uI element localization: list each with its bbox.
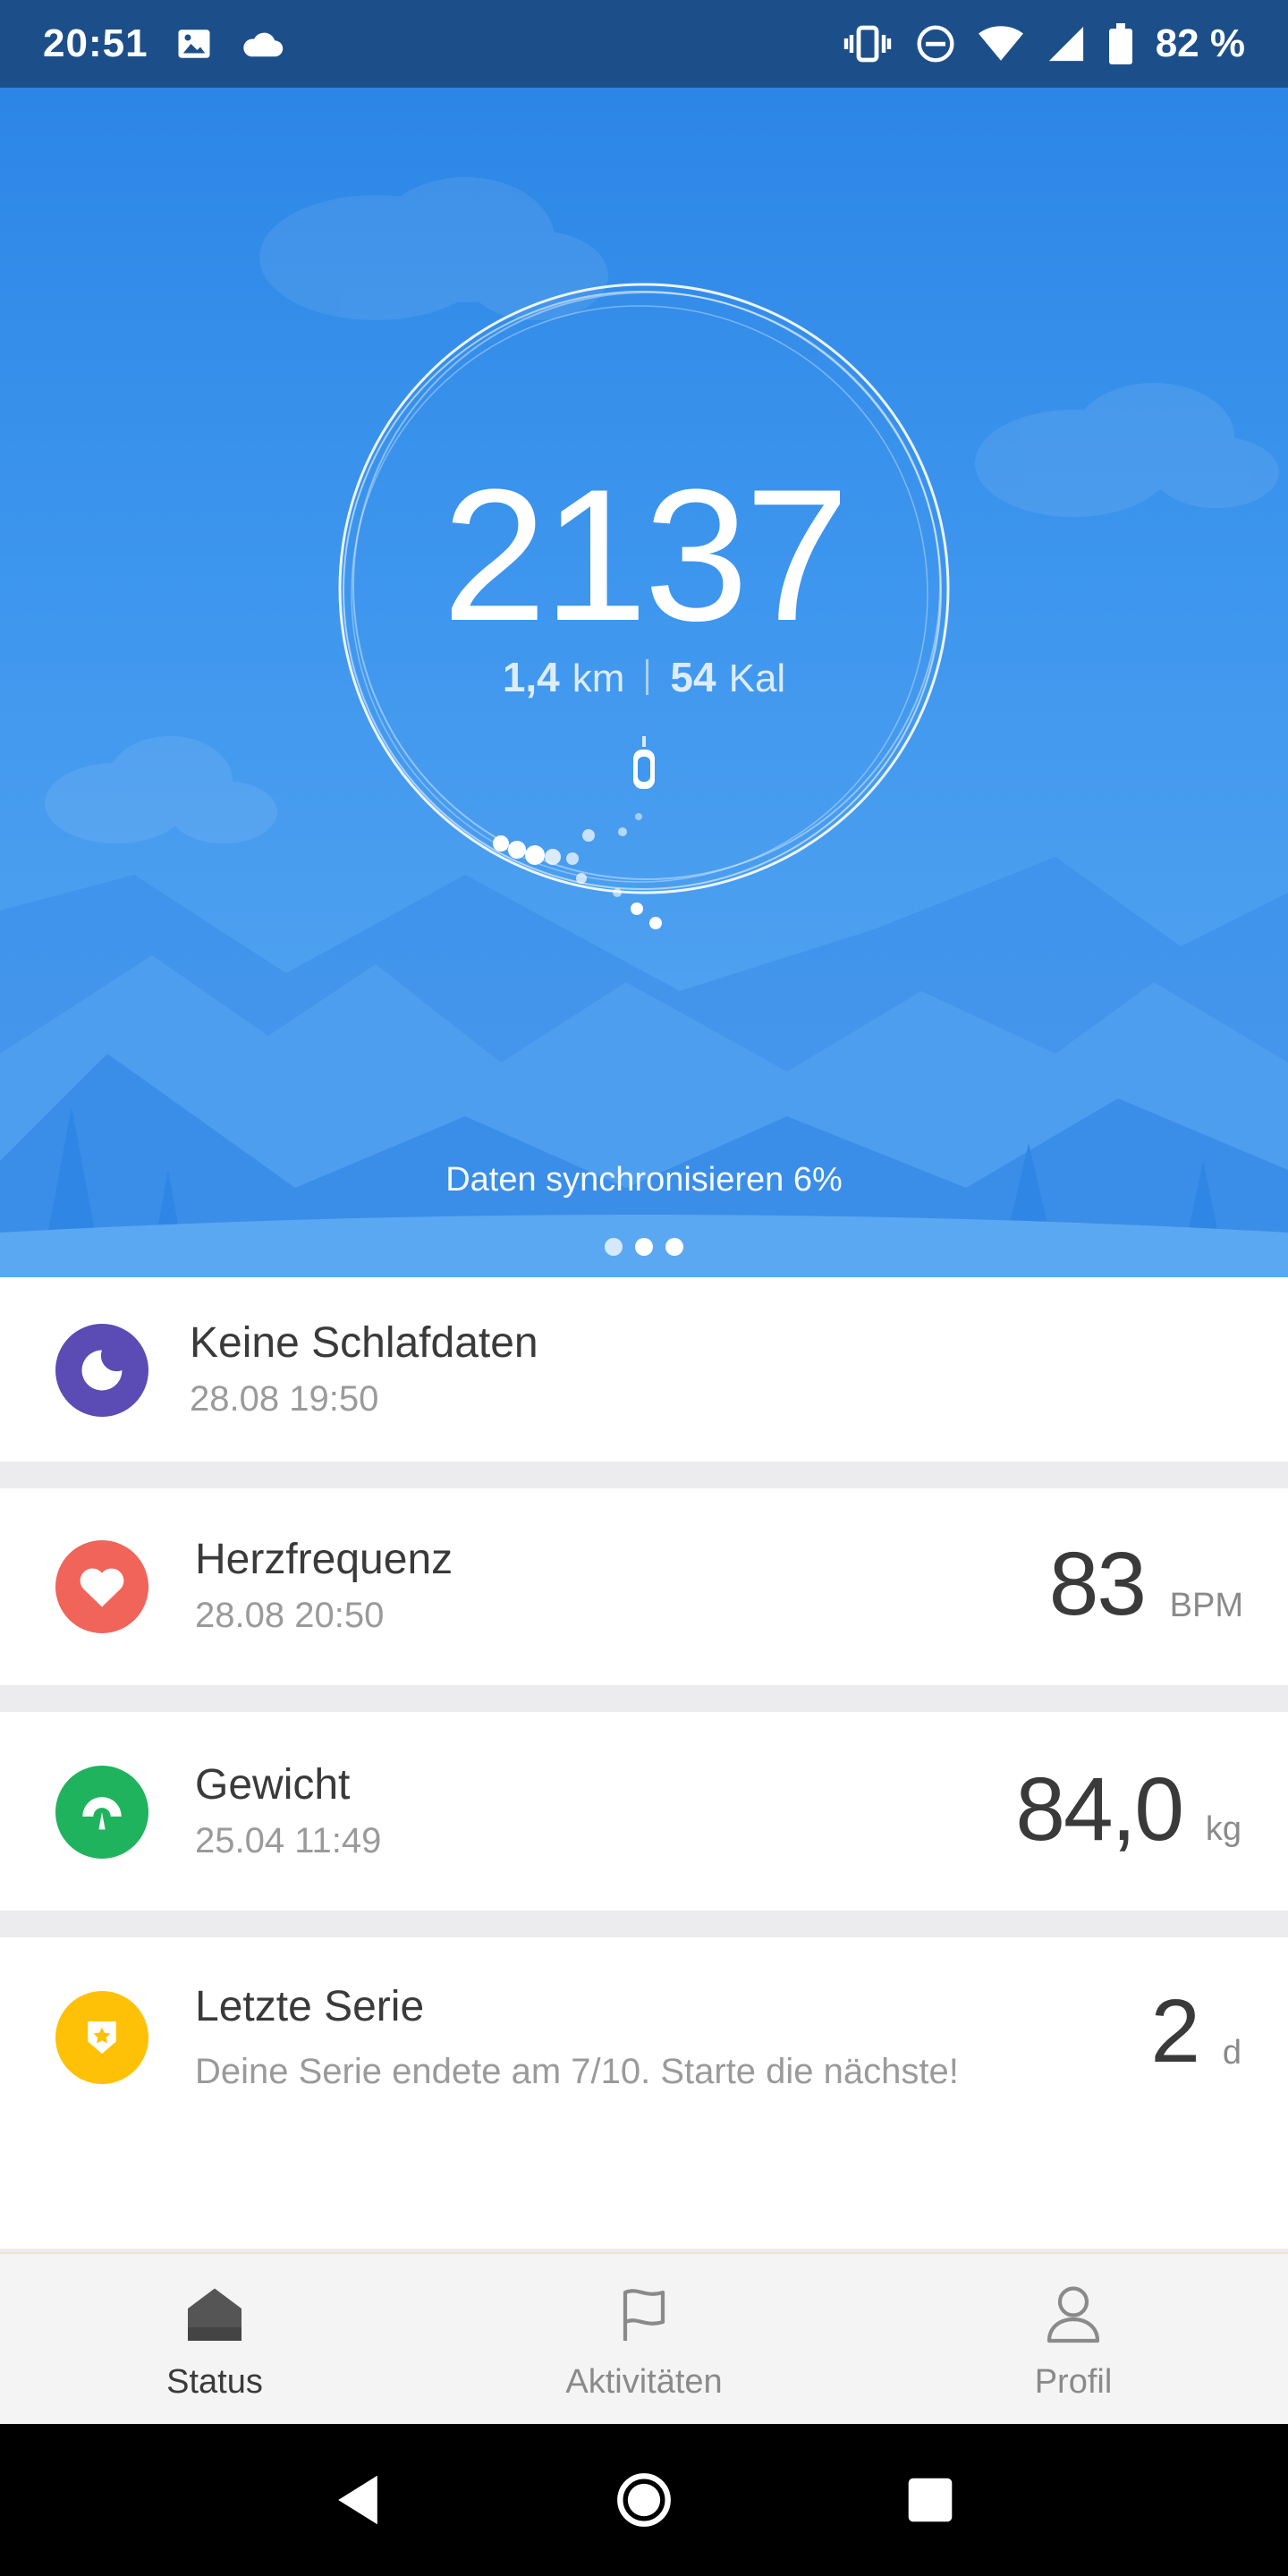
vibrate-icon [843, 24, 893, 64]
page-dot[interactable] [635, 1238, 653, 1256]
status-bar: 20:51 82 % [0, 0, 1288, 88]
nav-profile-label: Profil [1034, 2363, 1113, 2401]
heart-rate-card[interactable]: Herzfrequenz 28.08 20:50 83 BPM [0, 1488, 1288, 1685]
back-icon [338, 2475, 377, 2525]
image-icon [175, 25, 213, 63]
medal-icon [55, 1991, 148, 2084]
scale-icon [55, 1766, 148, 1859]
streak-message: Deine Serie endete am 7/10. Starte die n… [195, 2052, 959, 2091]
streak-value: 2 [1150, 1981, 1200, 2081]
divider [646, 659, 649, 695]
home-icon [182, 2284, 247, 2352]
home-button[interactable] [608, 2464, 680, 2536]
bottom-navigation: Status Aktivitäten Profil [0, 2252, 1288, 2424]
heart-icon [55, 1540, 148, 1633]
nav-profile[interactable]: Profil [859, 2254, 1288, 2424]
calories-unit: Kal [728, 657, 786, 700]
steps-hero[interactable]: 2137 1,4 km 54 Kal Daten synchronisieren… [0, 88, 1288, 1277]
weight-unit: kg [1205, 1810, 1241, 1848]
recents-icon [908, 2478, 953, 2522]
distance-value: 1,4 [502, 654, 560, 700]
page-dot[interactable] [665, 1238, 683, 1256]
step-count: 2137 [442, 450, 849, 660]
sync-status: Daten synchronisieren 6% [445, 1161, 843, 1199]
sleep-title: Keine Schlafdaten [190, 1319, 538, 1367]
clock: 20:51 [43, 21, 148, 65]
band-icon [633, 736, 655, 789]
heart-title: Herzfrequenz [195, 1536, 453, 1583]
distance-calories: 1,4 km 54 Kal [0, 653, 1288, 701]
sleep-card[interactable]: z Keine Schlafdaten 28.08 19:50 [0, 1277, 1288, 1462]
calories-value: 54 [670, 654, 716, 700]
weight-card[interactable]: Gewicht 25.04 11:49 84,0 kg [0, 1712, 1288, 1911]
svg-text:z: z [106, 1352, 114, 1369]
dnd-icon [916, 24, 955, 64]
heart-unit: BPM [1169, 1587, 1243, 1624]
system-navigation-bar [0, 2424, 1288, 2576]
page-dot[interactable] [605, 1238, 623, 1256]
battery-level: 82 % [1155, 21, 1245, 65]
nav-activities[interactable]: Aktivitäten [429, 2254, 859, 2424]
wifi-icon [978, 25, 1023, 63]
streak-unit: d [1222, 2034, 1241, 2072]
recents-button[interactable] [894, 2464, 966, 2536]
weight-timestamp: 25.04 11:49 [195, 1821, 382, 1860]
distance-unit: km [572, 657, 625, 700]
cloud-icon [240, 28, 284, 60]
sleep-timestamp: 28.08 19:50 [190, 1379, 379, 1419]
flag-icon [612, 2284, 676, 2352]
heart-timestamp: 28.08 20:50 [195, 1596, 385, 1635]
streak-title: Letzte Serie [195, 1983, 425, 2030]
home-circle-icon [617, 2473, 671, 2527]
signal-icon [1046, 25, 1086, 63]
weight-title: Gewicht [195, 1761, 351, 1809]
nav-status-label: Status [166, 2363, 263, 2401]
nav-activities-label: Aktivitäten [565, 2363, 723, 2401]
heart-value: 83 [1048, 1534, 1147, 1634]
weight-value: 84,0 [1015, 1759, 1184, 1860]
back-button[interactable] [322, 2464, 394, 2536]
person-icon [1041, 2284, 1106, 2352]
battery-icon [1108, 23, 1132, 64]
page-indicator [0, 1238, 1288, 1256]
moon-icon: z [55, 1324, 148, 1417]
nav-status[interactable]: Status [0, 2254, 429, 2424]
streak-card[interactable]: Letzte Serie Deine Serie endete am 7/10.… [0, 1937, 1288, 2249]
